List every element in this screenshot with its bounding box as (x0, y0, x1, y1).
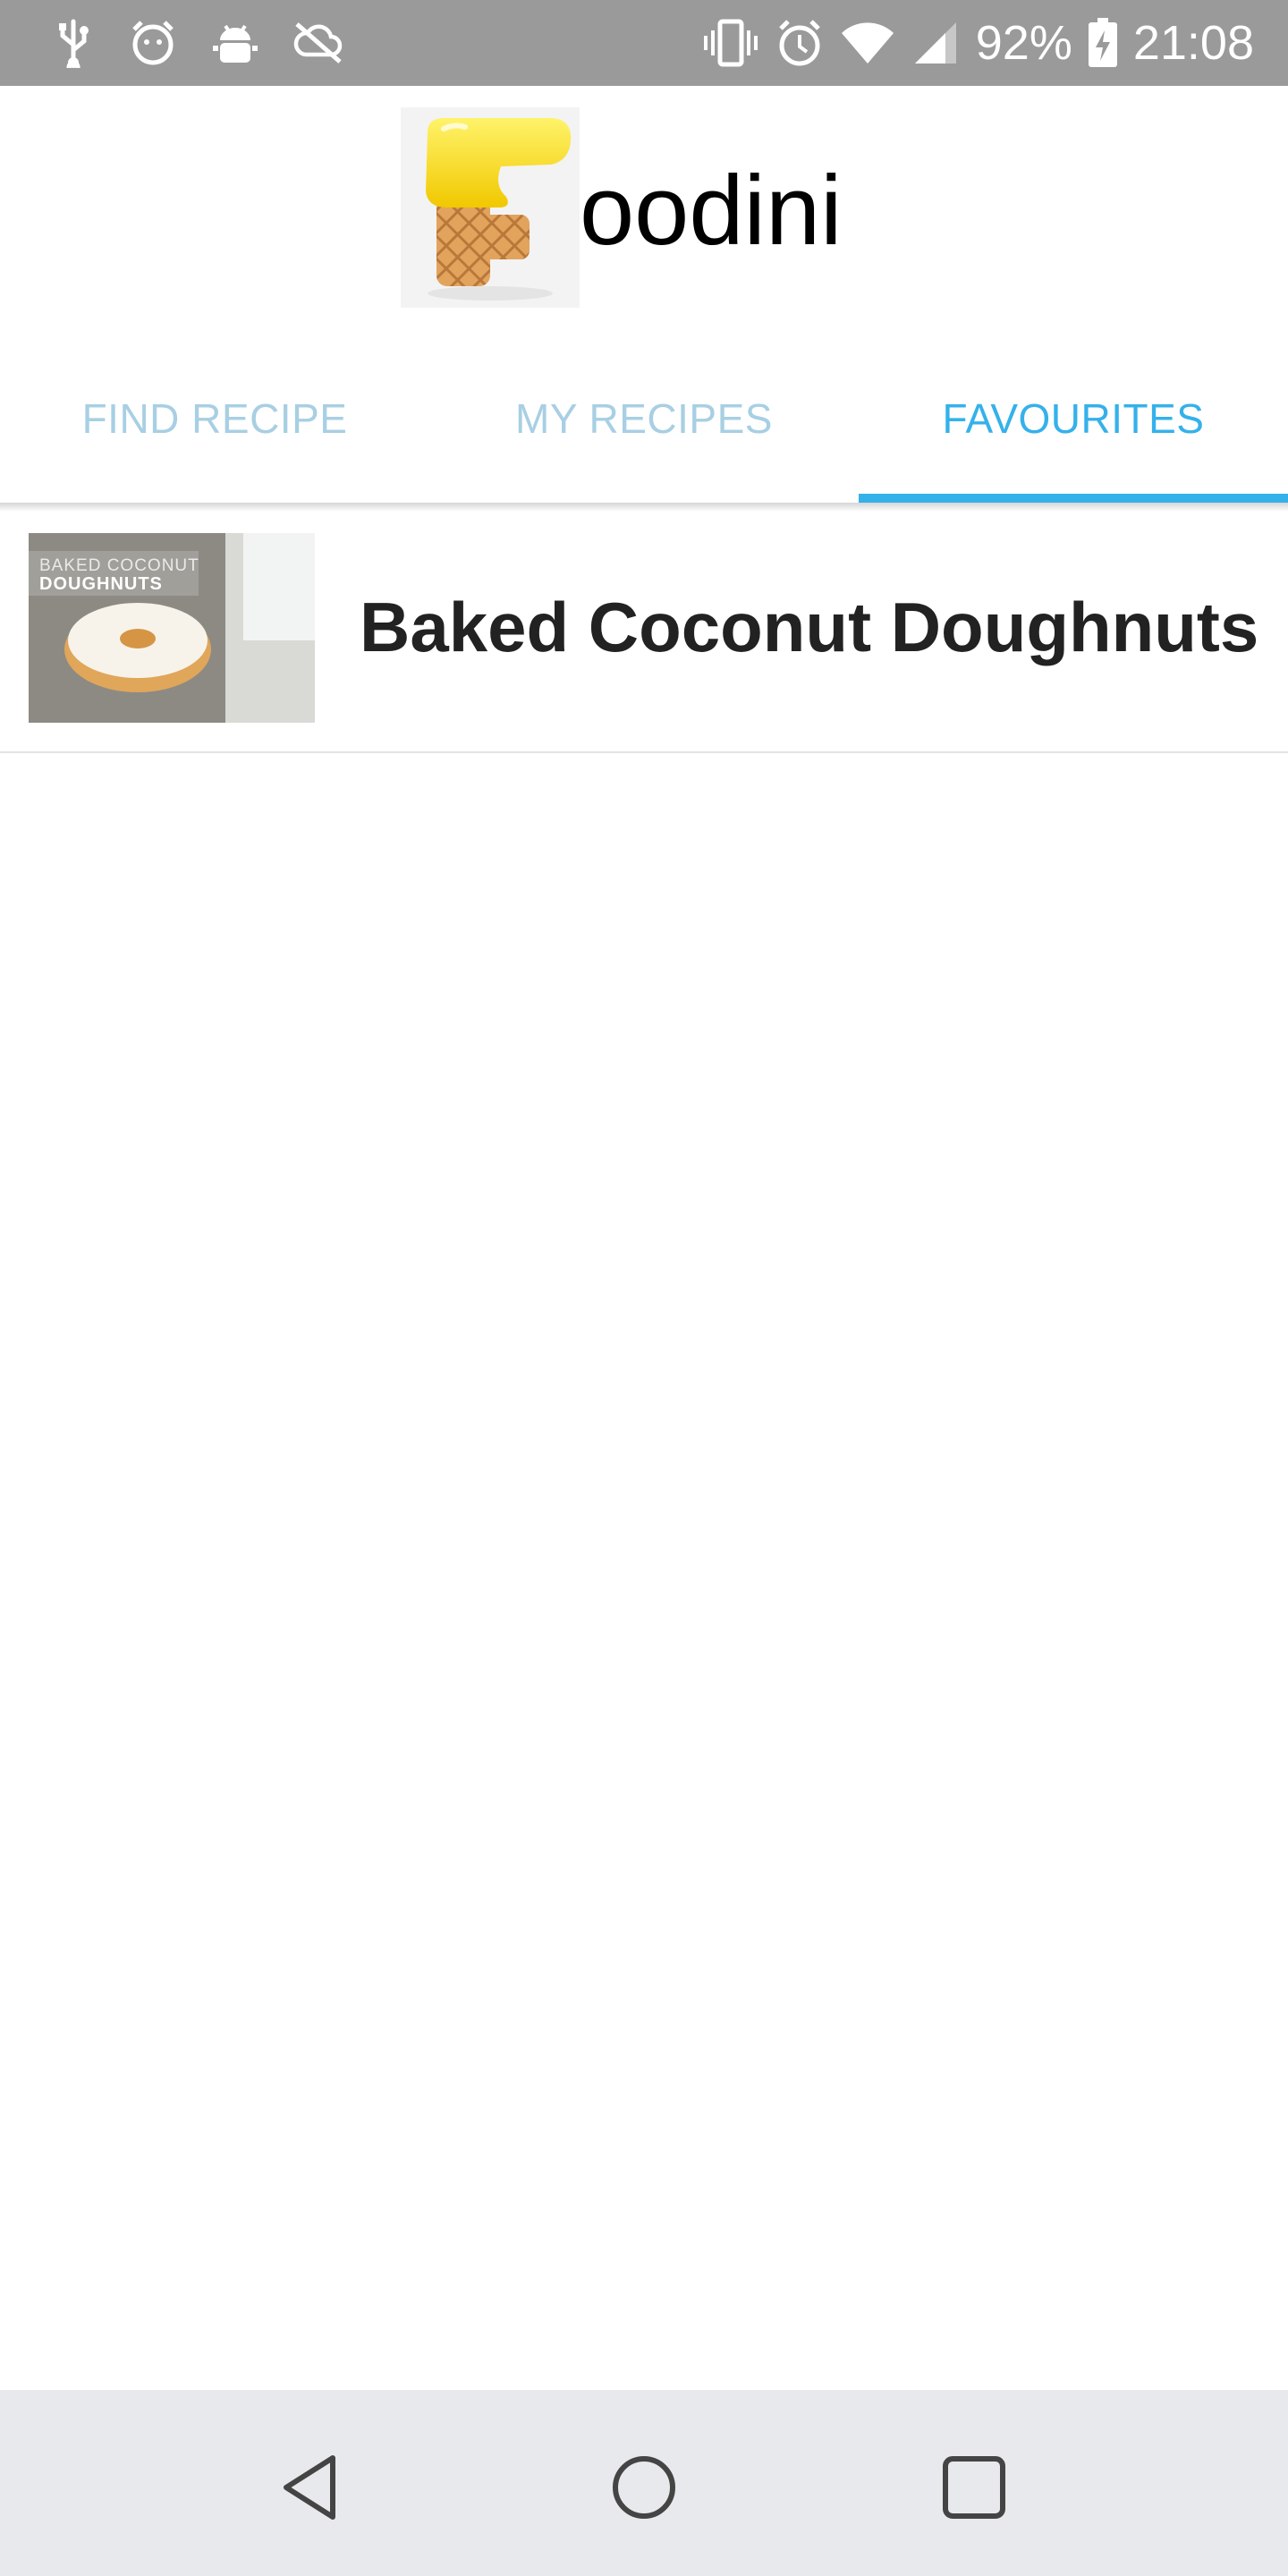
recipe-title: Baked Coconut Doughnuts (360, 588, 1259, 666)
tab-my-recipes[interactable]: MY RECIPES (429, 335, 859, 503)
favourites-list: BAKED COCONUT DOUGHNUTS Baked Coconut Do… (0, 510, 1288, 753)
wifi-icon (840, 21, 895, 65)
signal-icon (911, 21, 960, 65)
thumbnail-caption: BAKED COCONUT (39, 556, 199, 575)
app-title: oodini (580, 156, 843, 266)
android-debug-icon (213, 19, 258, 67)
navigation-bar (0, 2390, 1288, 2576)
tab-bar: FIND RECIPE MY RECIPES FAVOURITES (0, 335, 1288, 503)
alarm-face-icon (129, 19, 177, 67)
clock: 21:08 (1132, 16, 1254, 70)
tab-label: MY RECIPES (515, 395, 773, 442)
battery-percent: 92% (975, 16, 1072, 70)
battery-charging-icon (1088, 18, 1117, 68)
tab-find-recipe[interactable]: FIND RECIPE (0, 335, 429, 503)
list-item[interactable]: BAKED COCONUT DOUGHNUTS Baked Coconut Do… (0, 510, 1288, 753)
back-icon[interactable] (274, 2447, 354, 2528)
status-bar: 92% 21:08 (0, 0, 1288, 86)
vibrate-icon (702, 18, 759, 68)
recipe-thumbnail: BAKED COCONUT DOUGHNUTS (29, 533, 315, 723)
recents-icon[interactable] (934, 2447, 1014, 2528)
tab-favourites[interactable]: FAVOURITES (859, 335, 1288, 503)
waffle-f-logo (401, 107, 580, 308)
no-sync-icon (293, 21, 343, 65)
usb-icon (54, 18, 93, 68)
active-tab-indicator (859, 494, 1288, 503)
alarm-icon (775, 18, 824, 68)
home-icon[interactable] (604, 2447, 684, 2528)
thumbnail-caption: DOUGHNUTS (39, 574, 163, 594)
tab-label: FIND RECIPE (81, 395, 348, 442)
tab-label: FAVOURITES (942, 395, 1205, 442)
